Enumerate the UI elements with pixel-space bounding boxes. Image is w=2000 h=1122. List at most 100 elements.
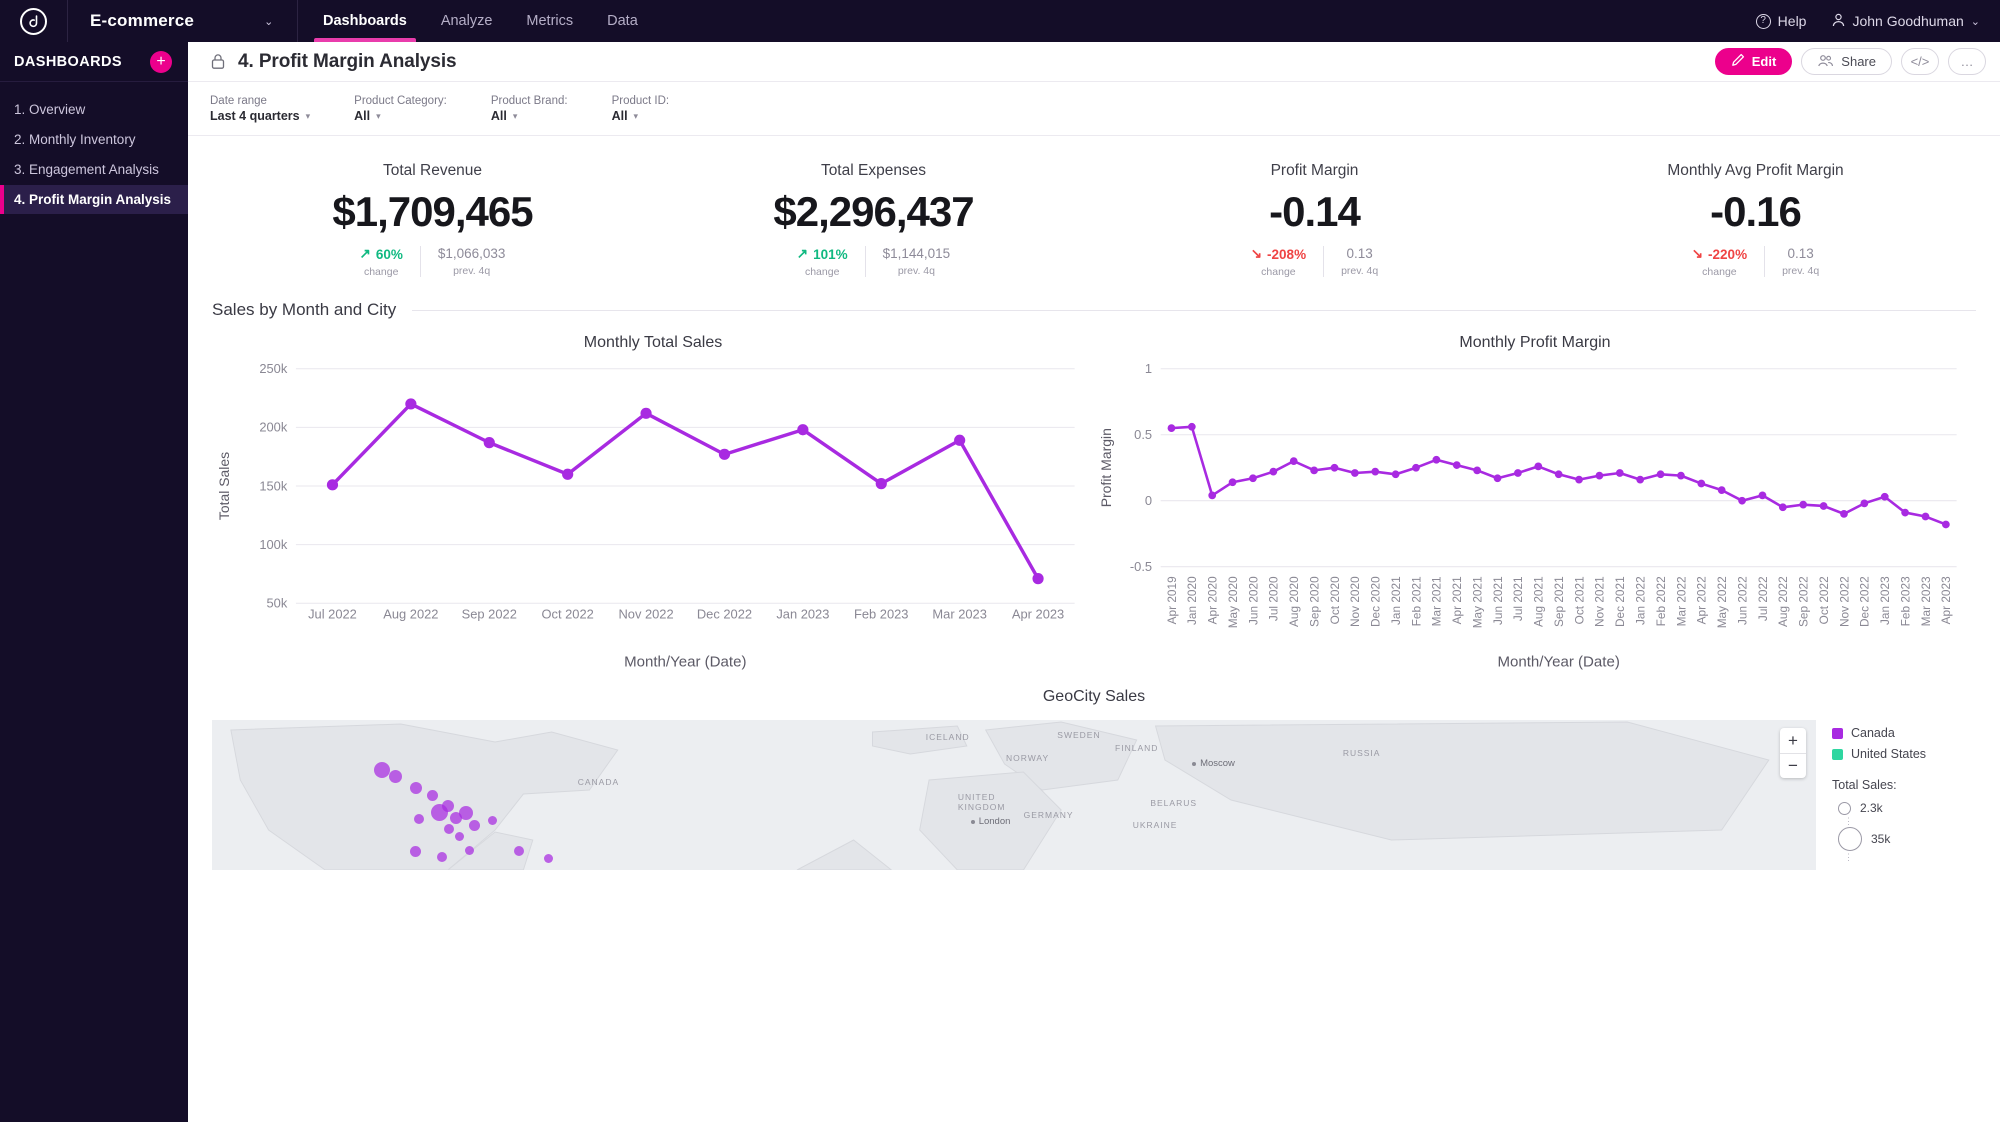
sidebar-dashboard-list: 1. Overview 2. Monthly Inventory 3. Enga… xyxy=(0,82,188,215)
legend-item-canada[interactable]: Canada xyxy=(1832,726,1976,740)
nav-tab-dashboards[interactable]: Dashboards xyxy=(314,0,416,42)
more-options-button[interactable]: … xyxy=(1948,48,1986,75)
sidebar-item-overview[interactable]: 1. Overview xyxy=(0,95,188,124)
filter-value: Last 4 quarters xyxy=(210,109,300,124)
filter-product-brand-select[interactable]: All ▾ xyxy=(491,109,568,123)
svg-text:Profit Margin: Profit Margin xyxy=(1098,428,1114,507)
chevron-down-icon[interactable]: ⌄ xyxy=(1971,15,1980,28)
kpi-change-value: -208% xyxy=(1267,246,1307,262)
chart-monthly-profit-margin: Monthly Profit Margin -0.5 0 0.5 1 Apr 2019 J… xyxy=(1094,334,1976,670)
kpi-label: Total Revenue xyxy=(382,162,483,179)
svg-text:Feb 2021: Feb 2021 xyxy=(1409,577,1423,627)
user-menu[interactable]: John Goodhuman ⌄ xyxy=(1832,13,1980,30)
workspace-selector[interactable]: E-commerce ⌄ xyxy=(68,0,298,42)
logo-icon xyxy=(20,7,47,35)
kpi-change-cell: ↘ -220% change xyxy=(1675,246,1764,278)
map-bubble[interactable] xyxy=(487,816,497,826)
share-button[interactable]: Share xyxy=(1801,48,1892,75)
app-logo[interactable] xyxy=(0,0,68,42)
help-button[interactable]: ? Help xyxy=(1755,13,1806,29)
kpi-prev-cell: 0.13 prev. 4q xyxy=(1764,246,1836,278)
kpi-prev-caption: prev. 4q xyxy=(1341,265,1379,278)
filter-value: All xyxy=(354,109,371,124)
sidebar-item-engagement-analysis[interactable]: 3. Engagement Analysis xyxy=(0,155,188,184)
kpi-prev-value: $1,144,015 xyxy=(882,246,951,262)
kpi-change-cell: ↘ -208% change xyxy=(1234,246,1323,278)
map-bubble[interactable] xyxy=(468,820,480,832)
kpi-value: $2,296,437 xyxy=(773,188,974,235)
map-bubble[interactable] xyxy=(436,852,447,863)
embed-code-button[interactable]: </> xyxy=(1901,48,1939,75)
legend-label: Canada xyxy=(1851,726,1895,741)
svg-text:Nov 2020: Nov 2020 xyxy=(1348,576,1362,627)
svg-text:Feb 2023: Feb 2023 xyxy=(1898,576,1912,626)
kpi-change: ↗ 60% xyxy=(360,246,403,262)
kpi-change-caption: change xyxy=(1702,266,1737,279)
svg-text:Sep 2020: Sep 2020 xyxy=(1307,576,1321,627)
nav-tab-analyze[interactable]: Analyze xyxy=(438,0,496,42)
sidebar-item-profit-margin-analysis[interactable]: 4. Profit Margin Analysis xyxy=(0,185,188,214)
legend-item-united-states[interactable]: United States xyxy=(1832,747,1976,761)
svg-text:Aug 2020: Aug 2020 xyxy=(1287,576,1301,627)
filter-date-range-select[interactable]: Last 4 quarters ▾ xyxy=(210,109,310,123)
svg-text:Mar 2023: Mar 2023 xyxy=(932,606,986,621)
filter-product-id: Product ID: All ▾ xyxy=(612,94,670,124)
user-icon xyxy=(1832,13,1845,30)
map-region-label: RUSSIA xyxy=(1342,748,1381,759)
svg-text:Mar 2022: Mar 2022 xyxy=(1674,577,1688,627)
filter-product-category-select[interactable]: All ▾ xyxy=(354,109,447,123)
filter-date-range: Date range Last 4 quarters ▾ xyxy=(210,94,310,124)
map-bubble[interactable] xyxy=(464,846,474,856)
map-zoom-in-button[interactable]: + xyxy=(1780,728,1806,753)
monthly-profit-margin-plot[interactable]: -0.5 0 0.5 1 Apr 2019 Jan 2020 Apr 2020 May 202… xyxy=(1094,358,1976,670)
nav-tab-metrics[interactable]: Metrics xyxy=(523,0,576,42)
monthly-total-sales-plot[interactable]: 50k 100k 150k 200k 250k Jul 2022 Aug 2022 Sep 2… xyxy=(212,358,1094,670)
arrow-down-right-icon: ↘ xyxy=(1250,246,1263,262)
map-legend: Canada United States Total Sales: 2.3k ⋮ xyxy=(1816,720,1976,870)
chevron-down-icon[interactable]: ⌄ xyxy=(264,15,273,28)
kpi-label: Monthly Avg Profit Margin xyxy=(1667,162,1844,179)
svg-text:Apr 2023: Apr 2023 xyxy=(1012,606,1064,621)
map-zoom-out-button[interactable]: − xyxy=(1780,753,1806,778)
user-name: John Goodhuman xyxy=(1852,13,1964,29)
svg-text:50k: 50k xyxy=(267,596,288,611)
kpi-prev-cell: $1,066,033 prev. 4q xyxy=(419,246,523,278)
svg-text:Oct 2020: Oct 2020 xyxy=(1328,576,1342,624)
svg-text:Apr 2019: Apr 2019 xyxy=(1165,576,1179,624)
kpi-change-cell: ↗ 101% change xyxy=(780,246,865,278)
svg-text:Jan 2023: Jan 2023 xyxy=(1878,576,1892,625)
svg-text:Aug 2022: Aug 2022 xyxy=(383,606,438,621)
svg-text:Jan 2021: Jan 2021 xyxy=(1389,577,1403,626)
legend-label: United States xyxy=(1851,747,1927,762)
map-zoom-controls: + − xyxy=(1780,728,1806,779)
edit-label: Edit xyxy=(1751,54,1777,69)
nav-tab-data[interactable]: Data xyxy=(604,0,641,42)
add-dashboard-button[interactable]: + xyxy=(150,50,172,73)
edit-button[interactable]: Edit xyxy=(1714,48,1793,75)
chart-title: Monthly Total Sales xyxy=(583,334,723,352)
map-bubble[interactable] xyxy=(513,846,524,857)
kpi-value: -0.16 xyxy=(1710,188,1802,235)
svg-text:100k: 100k xyxy=(259,537,288,552)
section-title: Sales by Month and City xyxy=(212,300,397,320)
svg-text:Jun 2022: Jun 2022 xyxy=(1735,577,1749,626)
sidebar-header: DASHBOARDS + xyxy=(0,42,188,82)
kpi-profit-margin: Profit Margin -0.14 ↘ -208% change 0.13 … xyxy=(1094,162,1535,278)
kpi-value: -0.14 xyxy=(1269,188,1361,235)
filter-product-id-select[interactable]: All ▾ xyxy=(612,109,670,123)
kpi-footer: ↘ -208% change 0.13 prev. 4q xyxy=(1094,246,1535,278)
kpi-total-expenses: Total Expenses $2,296,437 ↗ 101% change xyxy=(653,162,1094,278)
kpi-prev-value: 0.13 xyxy=(1346,246,1373,262)
kpi-change: ↘ -208% xyxy=(1251,246,1306,262)
geo-map[interactable]: ICELAND SWEDEN FINLAND NORWAY RUSSIA CANADA UN… xyxy=(212,720,1816,871)
section-header-sales-by-month-and-city: Sales by Month and City xyxy=(188,286,2000,320)
svg-text:Jul 2020: Jul 2020 xyxy=(1267,576,1281,621)
kpi-change: ↘ -220% xyxy=(1692,246,1747,262)
svg-text:-0.5: -0.5 xyxy=(1130,559,1152,574)
svg-text:Apr 2021: Apr 2021 xyxy=(1450,577,1464,625)
kpi-change-caption: change xyxy=(1261,266,1296,279)
kpi-label: Profit Margin xyxy=(1270,162,1359,179)
svg-text:Dec 2021: Dec 2021 xyxy=(1613,577,1627,628)
sidebar-item-monthly-inventory[interactable]: 2. Monthly Inventory xyxy=(0,125,188,154)
map-bubble[interactable] xyxy=(413,814,424,825)
